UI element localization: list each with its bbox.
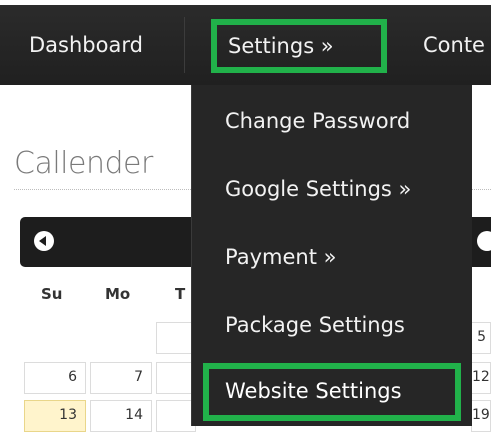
calendar-day[interactable]: 14 bbox=[90, 400, 152, 432]
calendar-day-today[interactable]: 13 bbox=[24, 400, 86, 432]
nav-dashboard[interactable]: Dashboard bbox=[29, 5, 143, 85]
calendar-day[interactable]: 19 bbox=[471, 400, 491, 432]
nav-divider bbox=[184, 17, 185, 73]
nav-settings-highlight[interactable]: Settings » bbox=[211, 19, 387, 73]
menu-item-website-settings-highlight[interactable]: Website Settings bbox=[203, 363, 461, 421]
calendar-day[interactable]: 7 bbox=[90, 362, 152, 394]
calendar-day[interactable]: 5 bbox=[471, 322, 491, 354]
weekday-tu: T bbox=[175, 285, 186, 303]
weekday-su: Su bbox=[41, 285, 63, 303]
settings-dropdown-menu: Change Password Google Settings » Paymen… bbox=[191, 85, 472, 426]
calendar-day[interactable] bbox=[156, 362, 196, 394]
calendar-day[interactable]: 12 bbox=[471, 362, 491, 394]
menu-item-google-settings[interactable]: Google Settings » bbox=[225, 177, 411, 201]
prev-month-icon[interactable] bbox=[34, 231, 54, 251]
calendar-day[interactable] bbox=[156, 322, 196, 354]
top-nav-bar: Dashboard Settings » Conte bbox=[0, 5, 491, 85]
next-month-icon[interactable] bbox=[477, 231, 491, 251]
weekday-mo: Mo bbox=[105, 285, 131, 303]
nav-settings[interactable]: Settings » bbox=[228, 25, 334, 67]
calendar-day[interactable]: 6 bbox=[24, 362, 86, 394]
menu-item-package-settings[interactable]: Package Settings bbox=[225, 313, 405, 337]
page-title: Callender bbox=[14, 146, 153, 181]
menu-item-website-settings[interactable]: Website Settings bbox=[225, 379, 402, 403]
menu-item-payment[interactable]: Payment » bbox=[225, 245, 336, 269]
nav-content[interactable]: Conte bbox=[423, 5, 491, 85]
calendar-day[interactable] bbox=[156, 400, 196, 432]
menu-item-change-password[interactable]: Change Password bbox=[225, 109, 410, 133]
